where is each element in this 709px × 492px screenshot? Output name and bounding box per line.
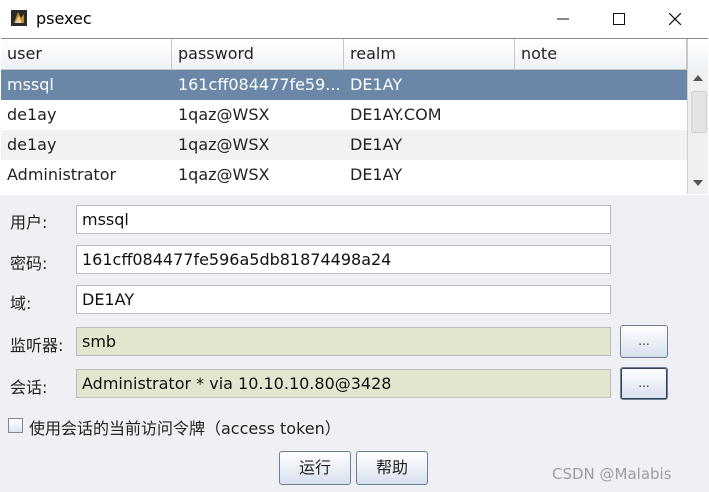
cell-password: 1qaz@WSX: [178, 135, 270, 154]
table-row[interactable]: de1ay 1qaz@WSX DE1AY: [1, 130, 687, 160]
listener-field[interactable]: smb: [76, 327, 611, 356]
column-header-password[interactable]: password: [172, 39, 344, 69]
table-row[interactable]: mssql 161cff084477fe59... DE1AY: [1, 70, 687, 100]
session-browse-button[interactable]: ...: [620, 367, 668, 400]
password-field[interactable]: 161cff084477fe596a5db81874498a24: [76, 245, 611, 274]
cell-note: [515, 100, 687, 130]
table-body: mssql 161cff084477fe59... DE1AY de1ay 1q…: [1, 70, 687, 190]
table-row[interactable]: Administrator 1qaz@WSX DE1AY: [1, 160, 687, 190]
watermark: CSDN @Malabis: [552, 465, 672, 483]
cell-password: 1qaz@WSX: [178, 105, 270, 124]
scroll-up-icon[interactable]: [693, 75, 703, 81]
cell-user: de1ay: [7, 135, 57, 154]
cell-note: [515, 70, 687, 100]
credentials-table: user password realm note mssql 161cff084…: [1, 38, 708, 196]
table-header-corner: [687, 39, 708, 70]
psexec-form: 用户: mssql 密码: 161cff084477fe596a5db81874…: [0, 195, 709, 492]
access-token-checkbox[interactable]: [8, 418, 23, 433]
cell-realm: DE1AY.COM: [350, 105, 442, 124]
maximize-button[interactable]: [596, 0, 642, 38]
app-icon: [11, 10, 27, 26]
cell-note: [515, 130, 687, 160]
window-title: psexec: [36, 9, 92, 28]
user-label: 用户:: [10, 213, 48, 232]
maximize-icon: [613, 13, 625, 25]
cell-user: Administrator: [7, 165, 117, 184]
column-header-user[interactable]: user: [1, 39, 172, 69]
minimize-button[interactable]: [540, 0, 586, 38]
cell-user: mssql: [7, 75, 54, 94]
cell-note: [515, 160, 687, 190]
title-bar: psexec: [0, 0, 709, 38]
cell-realm: DE1AY: [350, 75, 403, 94]
session-label: 会话:: [10, 378, 48, 397]
close-icon: [669, 13, 681, 25]
domain-label: 域:: [10, 294, 32, 313]
table-scrollbar[interactable]: [687, 69, 708, 194]
run-button[interactable]: 运行: [279, 451, 351, 485]
password-label: 密码:: [10, 254, 48, 273]
domain-field[interactable]: DE1AY: [76, 285, 611, 314]
listener-browse-button[interactable]: ...: [620, 325, 668, 358]
minimize-icon: [557, 18, 569, 20]
session-field[interactable]: Administrator * via 10.10.10.80@3428: [76, 369, 611, 398]
cell-realm: DE1AY: [350, 135, 403, 154]
scroll-down-icon[interactable]: [693, 180, 703, 186]
column-header-realm[interactable]: realm: [344, 39, 515, 69]
help-button[interactable]: 帮助: [356, 451, 428, 485]
user-field[interactable]: mssql: [76, 205, 611, 234]
access-token-label: 使用会话的当前访问令牌（access token）: [29, 419, 341, 438]
cell-password: 1qaz@WSX: [178, 165, 270, 184]
table-row[interactable]: de1ay 1qaz@WSX DE1AY.COM: [1, 100, 687, 130]
column-header-note[interactable]: note: [515, 39, 687, 69]
scrollbar-thumb[interactable]: [691, 91, 707, 133]
cell-realm: DE1AY: [350, 165, 403, 184]
cell-user: de1ay: [7, 105, 57, 124]
listener-label: 监听器:: [10, 336, 64, 355]
table-header: user password realm note: [1, 39, 687, 70]
cell-password: 161cff084477fe59...: [178, 75, 341, 94]
close-button[interactable]: [652, 0, 698, 38]
